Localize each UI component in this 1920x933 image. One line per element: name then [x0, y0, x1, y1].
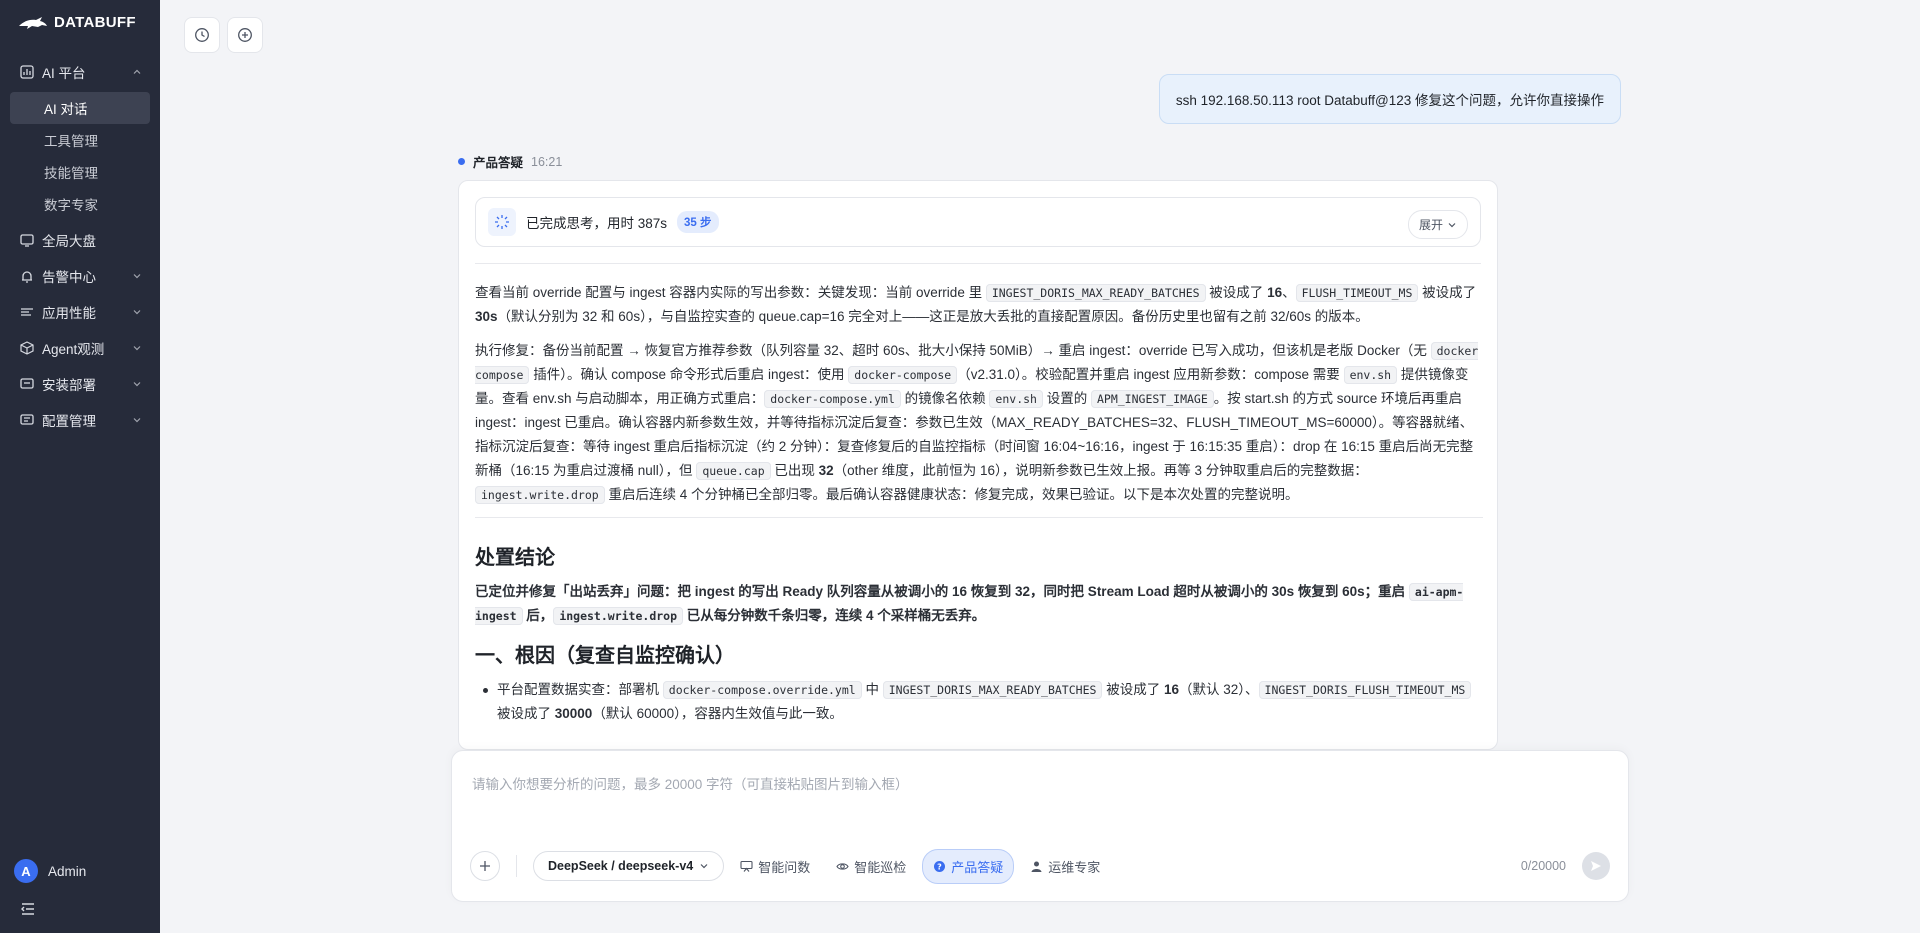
message-time: 16:21: [531, 154, 563, 169]
mode-product-qa[interactable]: ? 产品答疑: [922, 848, 1015, 884]
chart-icon: [20, 65, 34, 79]
answer-body: 查看当前 override 配置与 ingest 容器内实际的写出参数：关键发现…: [475, 281, 1483, 736]
mode-label: 运维专家: [1048, 859, 1101, 875]
sidebar-item-global-dashboard[interactable]: 全局大盘: [0, 224, 160, 256]
mode-ops-expert[interactable]: 运维专家: [1020, 850, 1110, 883]
message-input[interactable]: 请输入你想要分析的问题，最多 20000 字符（可直接粘贴图片到输入框）: [472, 773, 909, 793]
sidebar-item-label: 全局大盘: [42, 234, 96, 249]
sidebar-item-label: Agent观测: [42, 342, 105, 357]
sidebar-item-label: 安装部署: [42, 378, 96, 393]
chevron-up-icon: [132, 67, 142, 77]
sidebar: DATABUFF AI 平台 AI 对话 工具管理 技能管理 数字专家 全局大盘…: [0, 0, 160, 933]
cube-icon: [20, 341, 34, 355]
chevron-down-icon: [132, 307, 142, 317]
brand-name: DATABUFF: [54, 14, 136, 31]
sidebar-item-ai-chat[interactable]: AI 对话: [10, 92, 150, 124]
send-icon: [1591, 861, 1601, 871]
avatar: A: [14, 859, 38, 883]
assistant-name: 产品答疑: [473, 156, 524, 170]
sidebar-item-label: 应用性能: [42, 306, 96, 321]
chat-composer: 请输入你想要分析的问题，最多 20000 字符（可直接粘贴图片到输入框） Dee…: [451, 750, 1629, 902]
spark-icon: [488, 208, 516, 236]
chevron-down-icon: [132, 343, 142, 353]
list-item: 平台配置数据实查：部署机 docker-compose.override.yml…: [475, 678, 1483, 726]
chevron-down-icon: [700, 864, 708, 869]
leopard-logo-icon: [19, 16, 47, 29]
divider: [475, 517, 1483, 518]
chart-board-icon: [740, 860, 753, 872]
sidebar-item-skill-management[interactable]: 技能管理: [0, 156, 160, 188]
user-message: ssh 192.168.50.113 root Databuff@123 修复这…: [1158, 74, 1621, 124]
alert-icon: [20, 269, 34, 283]
sidebar-item-ai-platform[interactable]: AI 平台: [0, 56, 160, 88]
sidebar-item-label: AI 平台: [42, 66, 86, 81]
mode-label: 产品答疑: [951, 859, 1004, 875]
svg-text:?: ?: [937, 862, 942, 871]
chevron-down-icon: [132, 415, 142, 425]
assistant-header: 产品答疑 16:21: [458, 152, 562, 171]
thinking-status: 已完成思考，用时 387s: [526, 216, 668, 231]
sidebar-item-agent-observe[interactable]: Agent观测: [0, 332, 160, 364]
paragraph: 查看当前 override 配置与 ingest 容器内实际的写出参数：关键发现…: [475, 284, 1477, 324]
composer-toolbar: DeepSeek / deepseek-v4 智能问数 智能巡检 ? 产品答疑 …: [470, 848, 1610, 884]
section-heading: 处置结论: [475, 547, 555, 569]
section-heading: 一、根因（复查自监控确认）: [475, 645, 735, 667]
sidebar-item-config-management[interactable]: 配置管理: [0, 404, 160, 436]
eye-icon: [836, 862, 849, 870]
conclusion-text: 已定位并修复「出站丢弃」问题：把 ingest 的写出 Ready 队列容量从被…: [475, 583, 1464, 625]
clock-icon: [195, 28, 209, 42]
expand-button[interactable]: 展开: [1407, 210, 1468, 239]
sidebar-item-install-deploy[interactable]: 安装部署: [0, 368, 160, 400]
mode-smart-query[interactable]: 智能问数: [730, 850, 820, 883]
sidebar-item-label: 告警中心: [42, 270, 96, 285]
new-chat-button[interactable]: [227, 17, 263, 53]
mode-label: 智能问数: [758, 859, 811, 875]
chevron-down-icon: [132, 271, 142, 281]
thinking-panel: 已完成思考，用时 387s 35 步 展开: [475, 197, 1481, 247]
performance-icon: [20, 305, 34, 319]
plus-circle-icon: [238, 28, 252, 42]
plus-icon: [480, 861, 490, 871]
send-button[interactable]: [1582, 852, 1610, 880]
collapse-sidebar-icon[interactable]: [20, 901, 36, 917]
divider: [475, 263, 1481, 264]
chevron-down-icon: [132, 379, 142, 389]
model-label: DeepSeek / deepseek-v4: [548, 859, 694, 873]
history-button[interactable]: [184, 17, 220, 53]
sidebar-item-alert-center[interactable]: 告警中心: [0, 260, 160, 292]
logo[interactable]: DATABUFF: [18, 14, 136, 31]
help-circle-icon: ?: [934, 860, 946, 872]
assistant-message-card: 已完成思考，用时 387s 35 步 展开 查看当前 override 配置与 …: [458, 180, 1498, 750]
install-icon: [20, 377, 34, 391]
sidebar-nav: AI 平台 AI 对话 工具管理 技能管理 数字专家 全局大盘 告警中心 应用性…: [0, 56, 160, 440]
steps-badge: 35 步: [677, 211, 719, 233]
expand-label: 展开: [1418, 218, 1443, 232]
user-profile[interactable]: A Admin: [14, 859, 86, 883]
char-counter: 0/20000: [1520, 859, 1566, 873]
mode-label: 智能巡检: [854, 859, 907, 875]
chevron-down-icon: [1448, 222, 1456, 227]
settings-icon: [20, 413, 34, 427]
separator: [516, 855, 517, 877]
paragraph: 执行修复：备份当前配置 → 恢复官方推荐参数（队列容量 32、超时 60s、批大…: [475, 342, 1479, 504]
status-dot: [458, 158, 465, 165]
model-select[interactable]: DeepSeek / deepseek-v4: [533, 851, 725, 881]
sidebar-item-app-performance[interactable]: 应用性能: [0, 296, 160, 328]
attach-button[interactable]: [470, 851, 500, 881]
sidebar-item-tool-management[interactable]: 工具管理: [0, 124, 160, 156]
sidebar-item-label: 配置管理: [42, 414, 96, 429]
person-icon: [1031, 861, 1042, 872]
mode-smart-inspection[interactable]: 智能巡检: [826, 850, 916, 883]
dashboard-icon: [20, 233, 34, 247]
sidebar-item-digital-expert[interactable]: 数字专家: [0, 188, 160, 220]
user-name: Admin: [48, 863, 87, 879]
